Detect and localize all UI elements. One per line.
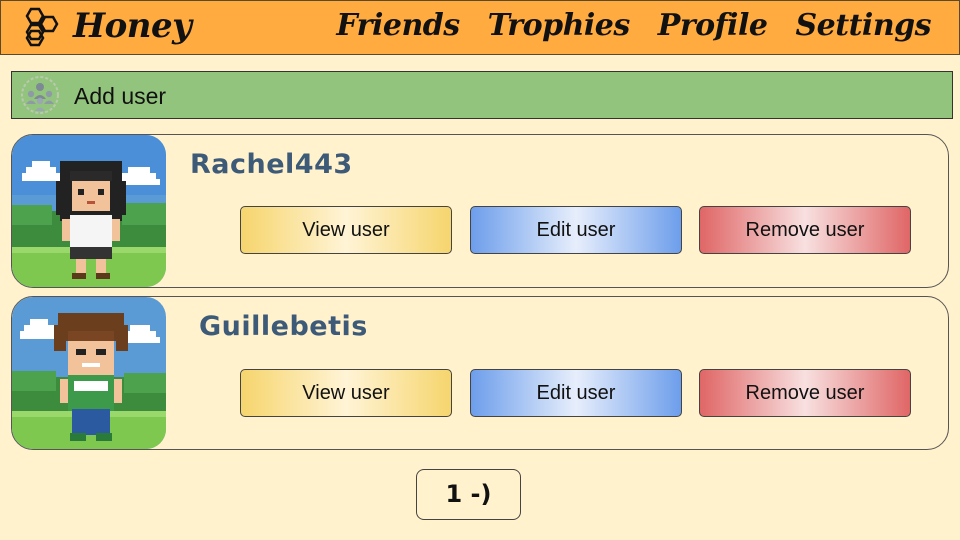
nav-friends[interactable]: Friends xyxy=(336,8,460,43)
remove-user-button[interactable]: Remove user xyxy=(699,206,911,254)
view-user-button[interactable]: View user xyxy=(240,369,452,417)
user-card: Guillebetis View user Edit user Remove u… xyxy=(11,296,949,450)
user-avatar xyxy=(12,135,166,287)
edit-user-button[interactable]: Edit user xyxy=(470,206,682,254)
main-nav: Friends Trophies Profile Settings xyxy=(336,8,931,43)
group-icon xyxy=(21,76,59,114)
user-avatar xyxy=(12,297,166,449)
nav-trophies[interactable]: Trophies xyxy=(488,8,631,43)
edit-user-button[interactable]: Edit user xyxy=(470,369,682,417)
top-bar: Honey Friends Trophies Profile Settings xyxy=(0,0,960,55)
user-name: Rachel443 xyxy=(190,149,353,180)
view-user-button[interactable]: View user xyxy=(240,206,452,254)
user-card: Rachel443 View user Edit user Remove use… xyxy=(11,134,949,288)
brand-name[interactable]: Honey xyxy=(73,6,192,46)
nav-settings[interactable]: Settings xyxy=(795,8,931,43)
user-name: Guillebetis xyxy=(199,311,368,342)
nav-profile[interactable]: Profile xyxy=(658,8,768,43)
remove-user-button[interactable]: Remove user xyxy=(699,369,911,417)
honeycomb-logo-icon xyxy=(25,7,59,47)
add-user-button[interactable]: Add user xyxy=(11,71,953,119)
next-page-button[interactable]: 1 -) xyxy=(416,469,521,520)
add-user-label: Add user xyxy=(74,83,167,109)
